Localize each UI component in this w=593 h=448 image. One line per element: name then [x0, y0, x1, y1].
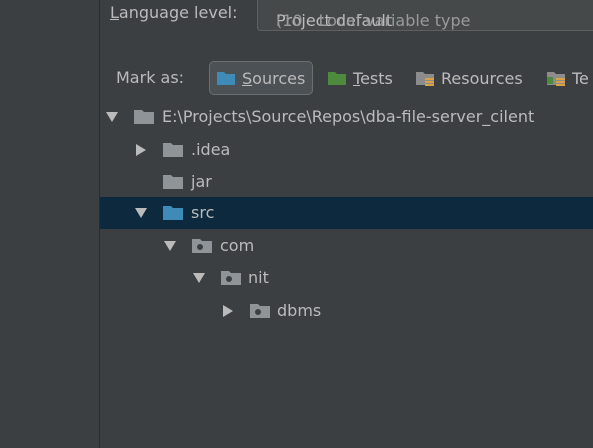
mark-as-label: Mark as:	[116, 68, 185, 87]
folder-icon	[162, 174, 184, 190]
left-sidebar-strip	[0, 0, 100, 448]
language-level-mnemonic: L	[110, 3, 119, 22]
tree-row-com[interactable]: com	[100, 230, 593, 262]
expanded-arrow-icon[interactable]	[105, 110, 119, 124]
collapsed-arrow-icon[interactable]	[221, 304, 235, 318]
mark-test-resources-label: Te	[572, 68, 589, 88]
mark-sources-button[interactable]: Sources	[209, 61, 313, 95]
sources-folder-icon	[216, 70, 236, 86]
language-level-label: Language level:	[110, 2, 238, 24]
expanded-arrow-icon[interactable]	[192, 271, 206, 285]
tree-row-root[interactable]: E:\Projects\Source\Repos\dba-file-server…	[100, 101, 593, 133]
mark-tests-label: Tests	[353, 68, 393, 88]
expanded-arrow-icon[interactable]	[134, 206, 148, 220]
tree-node-label: com	[220, 236, 255, 255]
tree-row-nit[interactable]: nit	[100, 262, 593, 294]
language-level-dropdown[interactable]: Project default (10 - Local variable typ…	[257, 0, 593, 31]
tree-node-label: src	[191, 203, 215, 222]
tree-row-idea[interactable]: .idea	[100, 134, 593, 166]
expanded-arrow-icon[interactable]	[163, 239, 177, 253]
language-level-value-detail: (10 - Local variable type	[276, 11, 471, 30]
mark-sources-label: Sources	[242, 68, 306, 88]
collapsed-arrow-icon[interactable]	[134, 143, 148, 157]
mark-tests-button[interactable]: Tests	[321, 61, 399, 95]
tests-folder-icon	[327, 70, 347, 86]
source-folder-icon	[162, 205, 184, 221]
tree-node-label: E:\Projects\Source\Repos\dba-file-server…	[162, 107, 535, 126]
language-level-label-text: anguage level:	[118, 3, 238, 22]
content-roots-panel: Language level: Project default (10 - Lo…	[100, 0, 593, 448]
package-icon	[220, 270, 242, 286]
project-structure-window: Language level: Project default (10 - Lo…	[0, 0, 593, 448]
package-icon	[249, 303, 271, 319]
package-icon	[191, 238, 213, 254]
tree-node-label: .idea	[191, 140, 231, 159]
folder-icon	[133, 109, 155, 125]
tree-row-jar[interactable]: jar	[100, 166, 593, 198]
tree-node-label: nit	[248, 268, 269, 287]
tree-node-label: dbms	[277, 301, 322, 320]
folder-icon	[162, 142, 184, 158]
mark-resources-label: Resources	[441, 68, 523, 88]
tree-node-label: jar	[191, 172, 212, 191]
mark-test-resources-button[interactable]: Te	[540, 61, 593, 95]
mark-as-toolbar: Mark as: Sources Tests Resources Te	[100, 60, 593, 96]
tree-row-dbms[interactable]: dbms	[100, 295, 593, 327]
tree-row-src[interactable]: src	[100, 197, 593, 229]
resources-folder-icon	[415, 70, 435, 86]
mark-resources-button[interactable]: Resources	[409, 61, 529, 95]
test-resources-folder-icon	[546, 70, 566, 86]
